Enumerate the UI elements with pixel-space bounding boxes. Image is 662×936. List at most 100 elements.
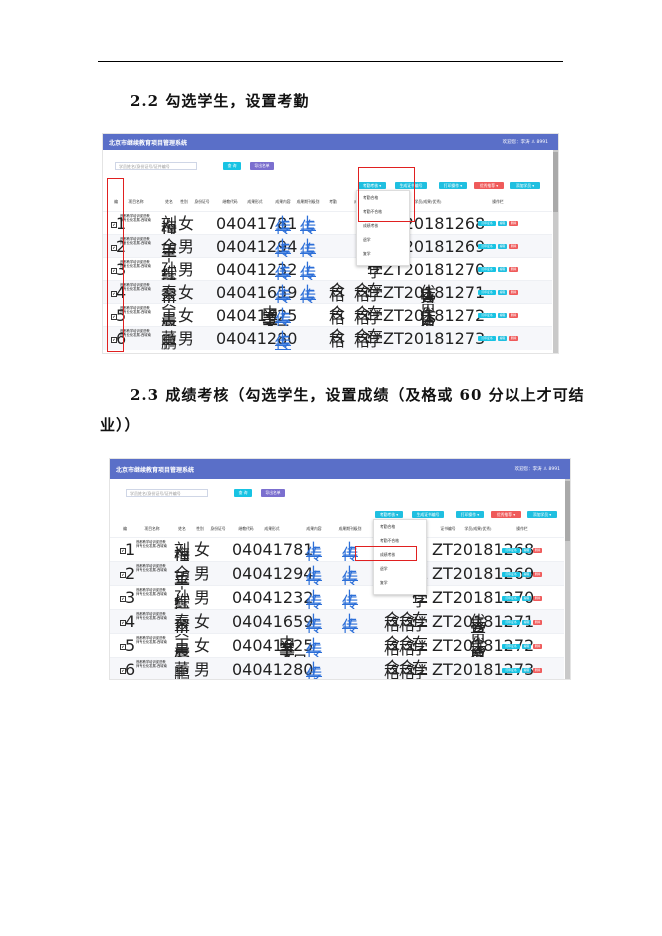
add-student-menu-button[interactable]: 添加学员 ▾ [527, 511, 557, 518]
print-certificate-button[interactable]: 打印证书 [478, 267, 496, 272]
delete-button[interactable]: 删除 [533, 547, 542, 553]
project-name: 首都教学培训促进教师专业化发展-西城南 [136, 612, 167, 621]
edit-button[interactable]: 编辑 [498, 244, 507, 249]
edit-button[interactable]: 编辑 [498, 336, 507, 341]
upload-link[interactable]: 上传 [306, 565, 322, 586]
search-button[interactable]: 查 询 [223, 162, 241, 170]
table-row[interactable]: ✔ 1 首都教学培训促进教师专业化发展-西城南 刘梅瑾女 04041781 上传 上传 ZT2… [110, 537, 564, 567]
print-certificate-button[interactable]: 打印证书 [502, 619, 520, 625]
delete-button[interactable]: 删除 [533, 619, 542, 625]
export-list-button[interactable]: 导出名单 [261, 489, 285, 497]
table-header-8: 成果期刊级别 [338, 526, 362, 531]
edit-button[interactable]: 编辑 [498, 221, 507, 226]
upload-link[interactable]: 上传 [300, 261, 316, 282]
table-row[interactable]: ✔ 3 首都教学培训促进教师专业化发展-西城南 孙红霞男 04041232 上传 上传 在学 Z… [110, 585, 564, 615]
table-row[interactable]: ✔2首都教学培训促进教师专业化发展-西城南全望平男04041294上传上传在学Z… [110, 561, 564, 591]
dropdown-item-4[interactable]: 复学 [380, 580, 388, 586]
search-input[interactable]: 学员姓名/身份证号/证件编号 [126, 489, 208, 497]
delete-button[interactable]: 删除 [533, 667, 542, 673]
edit-button[interactable]: 编辑 [498, 313, 507, 318]
upload-link[interactable]: 上传 [275, 284, 291, 305]
edit-button[interactable]: 编辑 [522, 595, 531, 601]
add-student-menu-button[interactable]: 添加学员 ▾ [510, 182, 540, 189]
delete-button[interactable]: 删除 [509, 244, 518, 249]
upload-link[interactable]: 上传 [275, 215, 291, 236]
excellent-menu-button[interactable]: 优秀推荐 ▾ [474, 182, 504, 189]
print-certificate-button[interactable]: 打印证书 [478, 221, 496, 226]
dropdown-item-0[interactable]: 考勤合格 [380, 524, 395, 530]
upload-link[interactable]: 上传 [300, 284, 316, 305]
certificate-number: ZT20181270 [432, 588, 535, 607]
scrollbar-thumb[interactable] [553, 152, 558, 212]
export-list-button[interactable]: 导出名单 [250, 162, 274, 170]
table-row[interactable]: ✔ 4 首都教学培训促进教师专业化发展-西城南 秦翠贝女 04041659 上传 上传 合格合… [110, 609, 564, 643]
edit-button[interactable]: 编辑 [498, 290, 507, 295]
table-row[interactable]: ✔ 4 首都教学培训促进教师专业化发展-西城南 秦翠贝女 04041659 上传 上传 合格合… [103, 280, 552, 314]
attendance-menu-button[interactable]: 考勤考核 ▾ [375, 511, 403, 518]
search-input[interactable]: 学员姓名/身份证号/证件编号 [115, 162, 197, 170]
generate-cert-button[interactable]: 生成证书编号 [412, 511, 444, 518]
upload-link[interactable]: 上传 [342, 565, 358, 586]
print-certificate-button[interactable]: 打印证书 [502, 595, 520, 601]
print-certificate-button[interactable]: 打印证书 [502, 547, 520, 553]
delete-button[interactable]: 删除 [533, 571, 542, 577]
dropdown-item-1[interactable]: 考勤不合格 [380, 538, 399, 544]
upload-link[interactable]: 上传 [275, 261, 291, 282]
upload-link[interactable]: 上传 [306, 613, 322, 634]
screenshot-grade: 北京市继续教育项目管理系统 欢迎您：李涛 ♙ 8991 学员姓名/身份证号/证件编号… [110, 459, 570, 679]
upload-link[interactable]: 上传 [342, 613, 358, 634]
table-row[interactable]: ✔ 3 首都教学培训促进教师专业化发展-西城南 孙红霞男 04041232 上传 上传 在学 Z… [103, 257, 552, 286]
dropdown-item-3[interactable]: 退学 [380, 566, 388, 572]
upload-link[interactable]: 上传 [306, 541, 322, 562]
delete-button[interactable]: 删除 [509, 221, 518, 226]
project-name: 首都教学培训促进教师专业化发展-西城南 [136, 636, 167, 645]
search-button[interactable]: 查 询 [234, 489, 252, 497]
table-row[interactable]: ✔5首都教学培训促进教师专业化发展-西城南王晨嘉女04041625中学美术（日照… [103, 303, 552, 344]
print-certificate-button[interactable]: 打印证书 [502, 643, 520, 649]
print-menu-button[interactable]: 打印操作 ▾ [439, 182, 467, 189]
upload-link[interactable]: 上传 [300, 238, 316, 259]
edit-button[interactable]: 编辑 [522, 643, 531, 649]
upload-link[interactable]: 上传 [306, 661, 322, 679]
section-heading-2-3: 2.3 成绩考核（勾选学生，设置成绩（及格或 60 分以上才可结 [130, 386, 585, 404]
print-certificate-button[interactable]: 打印证书 [478, 244, 496, 249]
delete-button[interactable]: 删除 [509, 313, 518, 318]
print-certificate-button[interactable]: 打印证书 [502, 571, 520, 577]
table-row[interactable]: ✔ 1 首都教学培训促进教师专业化发展-西城南 刘梅瑾女 04041781 上传 上传 ZT2… [103, 211, 552, 240]
delete-button[interactable]: 删除 [533, 643, 542, 649]
delete-button[interactable]: 删除 [533, 595, 542, 601]
dropdown-item-4[interactable]: 复学 [363, 251, 371, 257]
delete-button[interactable]: 删除 [509, 267, 518, 272]
print-certificate-button[interactable]: 打印证书 [502, 667, 520, 673]
status-value: 在学 [367, 326, 384, 351]
edit-button[interactable]: 编辑 [522, 571, 531, 577]
upload-link[interactable]: 上传 [342, 589, 358, 610]
dropdown-item-3[interactable]: 退学 [363, 237, 371, 243]
upload-link[interactable]: 上传 [300, 215, 316, 236]
dropdown-item-2[interactable]: 成绩考核 [363, 223, 378, 229]
edit-button[interactable]: 编辑 [498, 267, 507, 272]
upload-link[interactable]: 上传 [275, 238, 291, 259]
excellent-menu-button[interactable]: 优秀推荐 ▾ [491, 511, 521, 518]
table-header-14: 操作栏 [492, 199, 504, 204]
print-certificate-button[interactable]: 打印证书 [478, 313, 496, 318]
scrollbar-thumb[interactable] [565, 481, 570, 541]
print-certificate-button[interactable]: 打印证书 [478, 290, 496, 295]
delete-button[interactable]: 删除 [509, 290, 518, 295]
table-row[interactable]: ✔2首都教学培训促进教师专业化发展-西城南全望平男04041294上传上传在学Z… [103, 234, 552, 263]
delete-button[interactable]: 删除 [509, 336, 518, 341]
table-row[interactable]: ✔5首都教学培训促进教师专业化发展-西城南王晨嘉女04041625中学美术（日照… [110, 633, 564, 674]
print-certificate-button[interactable]: 打印证书 [478, 336, 496, 341]
upload-link[interactable]: 上传 [275, 307, 291, 328]
table-header-9: 考勤 [329, 199, 337, 204]
edit-button[interactable]: 编辑 [522, 619, 531, 625]
upload-link[interactable]: 上传 [306, 637, 322, 658]
upload-link[interactable]: 上传 [275, 330, 291, 351]
print-menu-button[interactable]: 打印操作 ▾ [456, 511, 484, 518]
upload-link[interactable]: 上传 [306, 589, 322, 610]
edit-button[interactable]: 编辑 [522, 667, 531, 673]
table-row[interactable]: ✔ 6 首都教学培训促进教师专业化发展-西城南 董鹏男 04041280 上传 合格 合格 在学… [110, 657, 564, 679]
table-row[interactable]: ✔ 6 首都教学培训促进教师专业化发展-西城南 董鹏男 04041280 上传 合格 合格 在学… [103, 326, 552, 351]
row-number: 3 [125, 588, 136, 607]
edit-button[interactable]: 编辑 [522, 547, 531, 553]
